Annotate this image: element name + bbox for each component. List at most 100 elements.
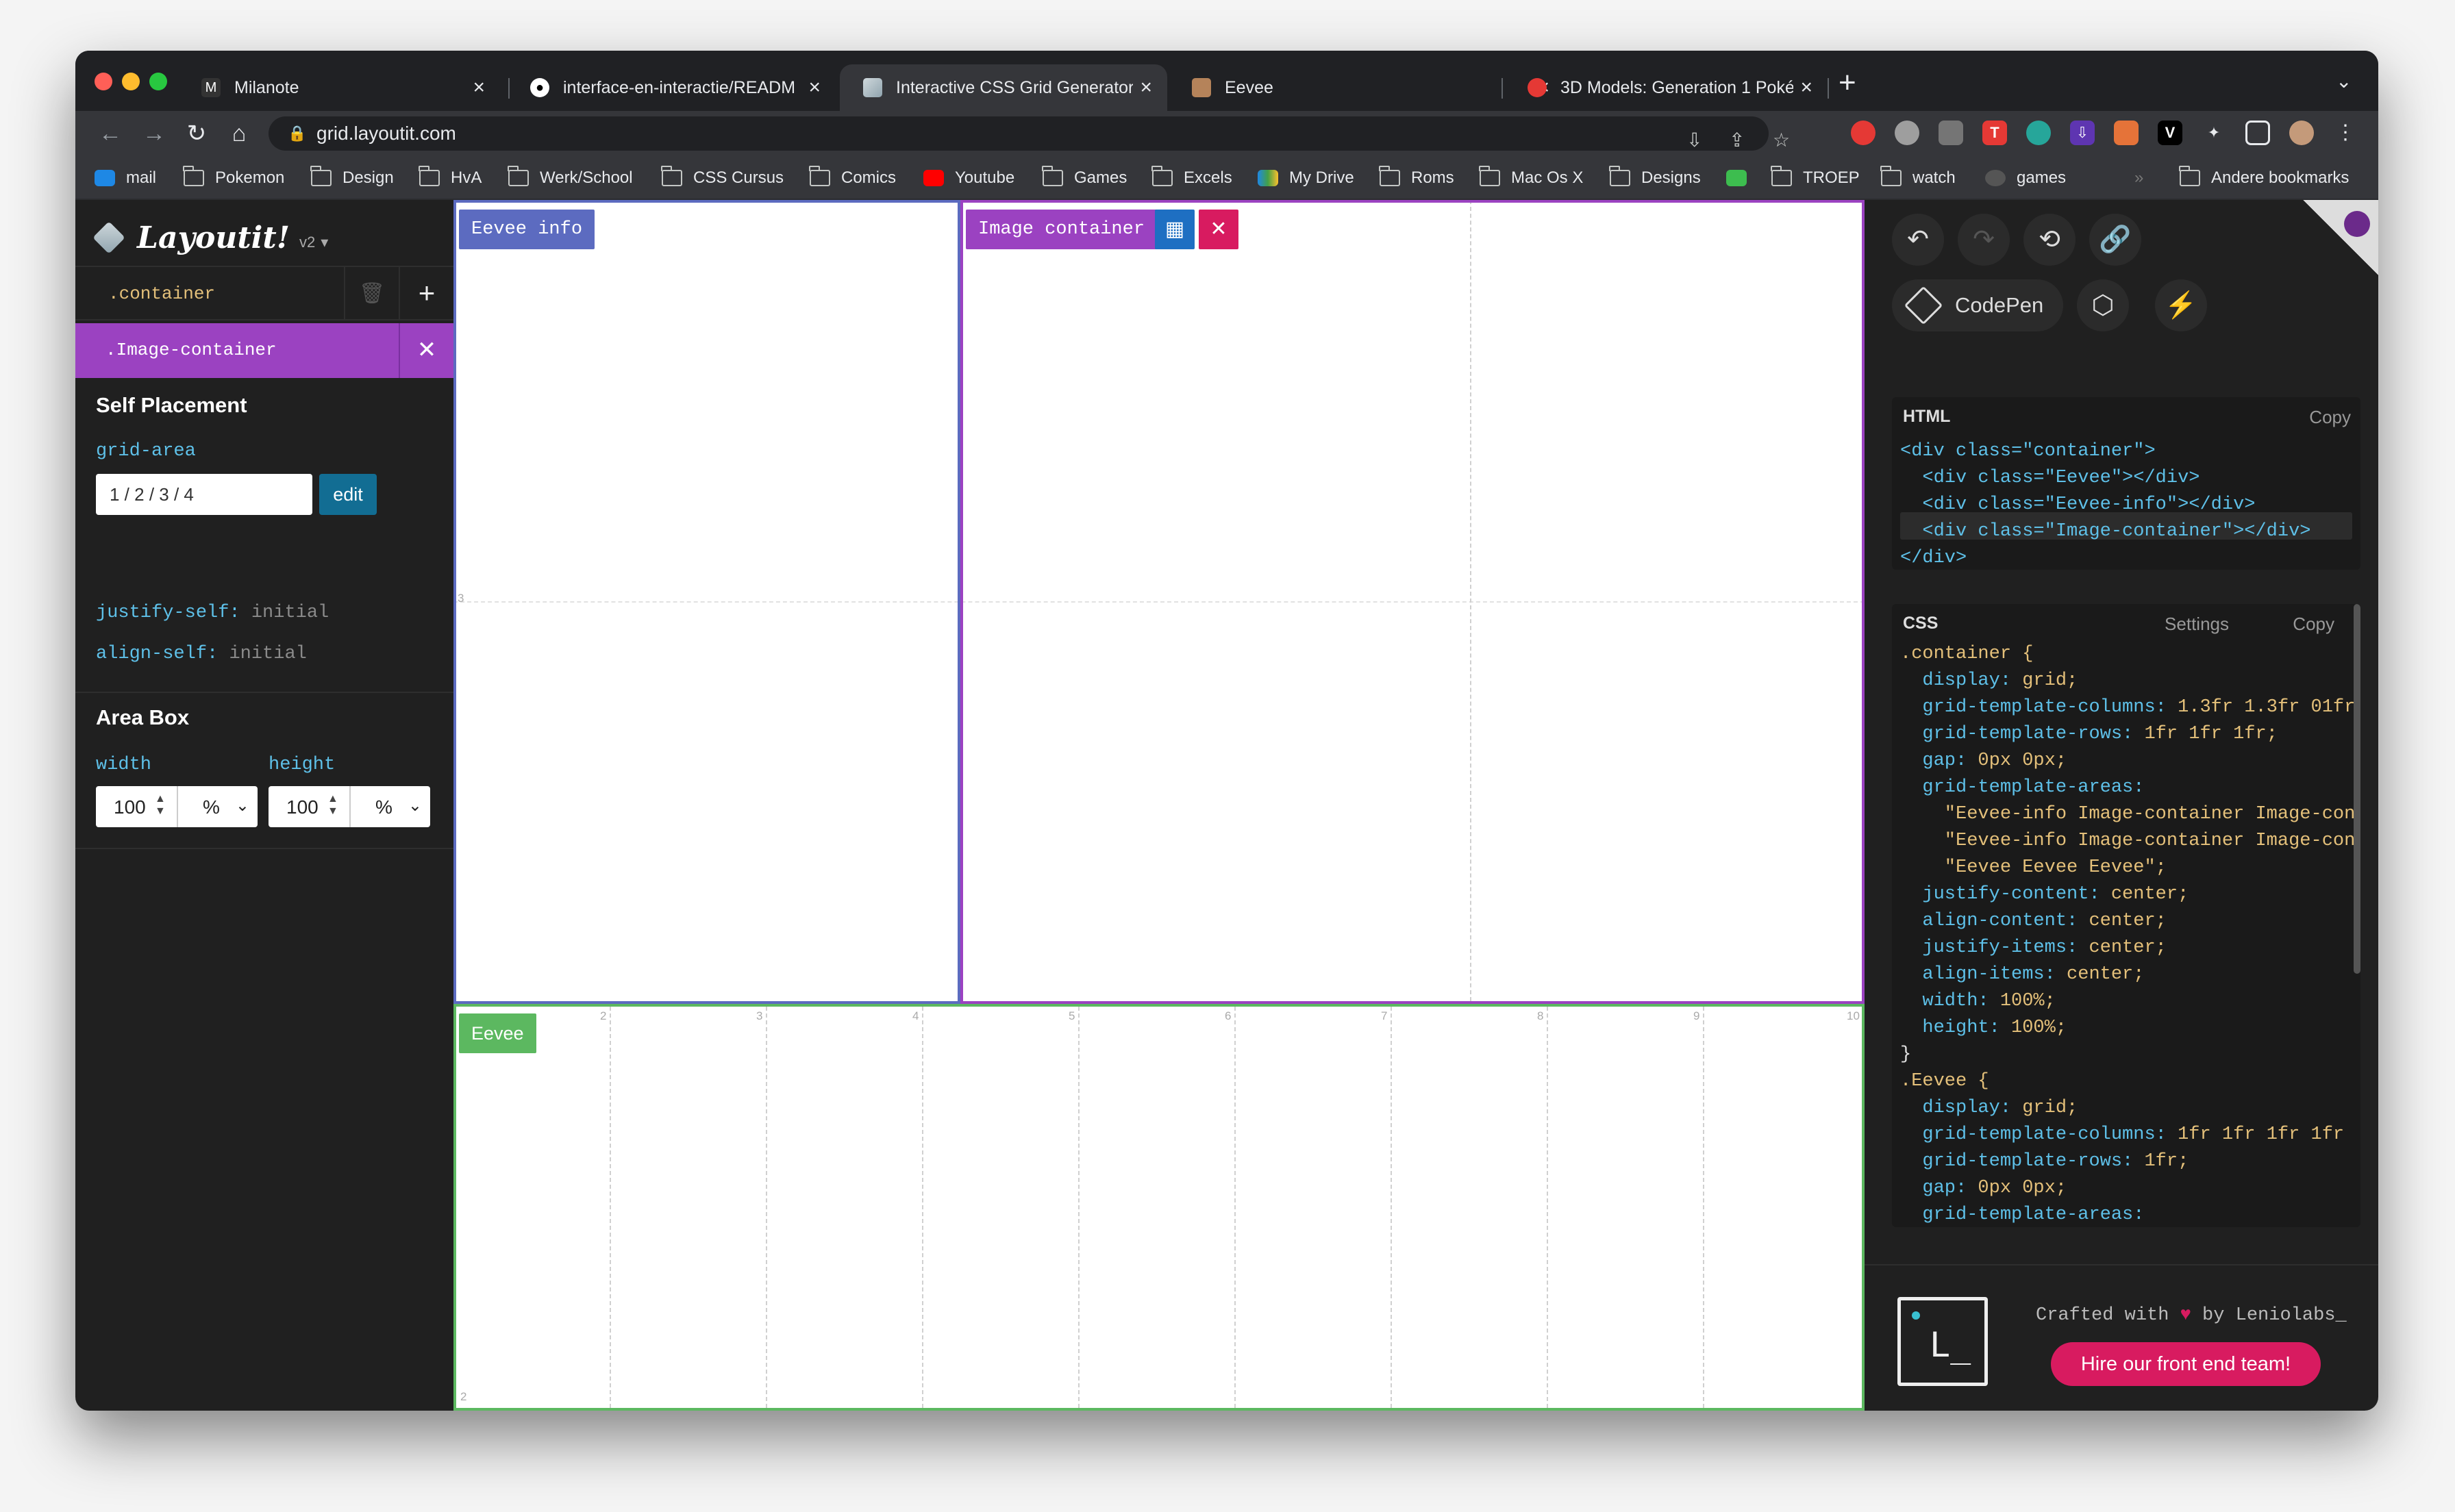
download-extension-icon[interactable]: ⇩ bbox=[2070, 121, 2095, 145]
bookmark-css-cursus[interactable]: CSS Cursus bbox=[661, 166, 784, 189]
css-scrollbar[interactable] bbox=[2354, 604, 2360, 974]
height-unit-select[interactable]: % bbox=[375, 796, 392, 818]
bookmark-star-icon[interactable]: ☆ bbox=[1773, 123, 1790, 158]
edit-button[interactable]: edit bbox=[319, 474, 377, 515]
bookmark-excels[interactable]: Excels bbox=[1151, 166, 1232, 189]
align-self-row[interactable]: align-self: initial bbox=[96, 644, 307, 664]
css-settings-button[interactable]: Settings bbox=[2165, 614, 2229, 635]
version-label[interactable]: v2 bbox=[299, 234, 315, 251]
add-area-icon[interactable]: + bbox=[399, 267, 453, 319]
codesandbox-icon[interactable]: ⬡ bbox=[2077, 279, 2129, 331]
bookmark-games-2[interactable]: games bbox=[1985, 167, 2066, 189]
justify-self-row[interactable]: justify-self: initial bbox=[96, 603, 329, 623]
bookmark-mac-os-x[interactable]: Mac Os X bbox=[1479, 166, 1583, 189]
area-tag-eevee-info[interactable]: Eevee info bbox=[459, 210, 595, 249]
tab-github[interactable]: ● interface-en-interactie/READM × bbox=[507, 64, 836, 111]
app-logo[interactable]: Layoutit! v2 ▾ bbox=[92, 214, 328, 262]
extension-mask-icon[interactable] bbox=[1895, 121, 1919, 145]
bookmark-games[interactable]: Games bbox=[1042, 166, 1127, 189]
zoom-window-button[interactable] bbox=[149, 73, 167, 90]
area-eevee[interactable]: Eevee 2 3 4 5 6 7 8 9 10 2 bbox=[453, 1004, 1865, 1411]
stepper-arrows-icon[interactable]: ▲ ▼ bbox=[155, 793, 166, 818]
grid-icon[interactable]: ▦ bbox=[1155, 210, 1195, 249]
column-line-number: 6 bbox=[1225, 1009, 1232, 1022]
grid-area-input[interactable]: 1 / 2 / 3 / 4 bbox=[96, 474, 312, 515]
v-extension-icon[interactable]: V bbox=[2158, 121, 2182, 145]
share-icon[interactable]: ⇪ bbox=[1729, 123, 1745, 158]
bookmark-other[interactable]: Andere bookmarks bbox=[2179, 166, 2349, 189]
back-icon[interactable]: ← bbox=[92, 115, 129, 152]
leniolabs-logo[interactable]: L_ bbox=[1897, 1297, 1988, 1386]
tab-layoutit-active[interactable]: Interactive CSS Grid Generator × bbox=[840, 64, 1167, 111]
remove-area-icon[interactable]: ✕ bbox=[1199, 210, 1238, 249]
chevron-down-icon[interactable]: ⌄ bbox=[408, 796, 422, 816]
close-tab-icon[interactable]: × bbox=[808, 76, 821, 99]
camera-icon[interactable] bbox=[1939, 121, 1963, 145]
puzzle-icon[interactable]: ✦ bbox=[2202, 121, 2226, 145]
area-tag-image-container[interactable]: Image container bbox=[966, 210, 1158, 249]
area-eevee-info[interactable]: Eevee info bbox=[453, 200, 960, 1004]
bookmark-troep[interactable]: TROEP bbox=[1771, 166, 1860, 189]
install-icon[interactable]: ⇩ bbox=[1686, 123, 1702, 158]
grid-canvas[interactable]: 3 Eevee info Image container ▦ ✕ Eevee 2… bbox=[453, 200, 1865, 1411]
new-tab-icon[interactable]: + bbox=[1839, 66, 1856, 100]
bookmark-youtube[interactable]: Youtube bbox=[923, 167, 1014, 189]
forward-icon[interactable]: → bbox=[136, 115, 173, 152]
redo-icon[interactable]: ↷ bbox=[1958, 214, 2010, 266]
undo-icon[interactable]: ↶ bbox=[1892, 214, 1944, 266]
extension-red-icon[interactable] bbox=[1851, 121, 1875, 145]
reload-icon[interactable]: ↻ bbox=[178, 115, 215, 152]
tab-3d-models[interactable]: 3D Models: Generation 1 Poké × bbox=[1504, 64, 1828, 111]
reset-icon[interactable]: ⟲ bbox=[2023, 214, 2076, 266]
profile-avatar-icon[interactable] bbox=[2289, 121, 2314, 145]
close-tab-icon[interactable]: × bbox=[1140, 76, 1152, 99]
area-tag-eevee[interactable]: Eevee bbox=[459, 1013, 536, 1053]
width-unit-select[interactable]: % bbox=[203, 796, 220, 818]
hire-button[interactable]: Hire our front end team! bbox=[2051, 1342, 2321, 1386]
bookmark-mail[interactable]: mail bbox=[95, 167, 156, 189]
chevron-down-icon[interactable]: ⌄ bbox=[236, 796, 249, 816]
fox-extension-icon[interactable] bbox=[2114, 121, 2139, 145]
tab-milanote[interactable]: M Milanote × bbox=[178, 64, 500, 111]
bookmark-design[interactable]: Design bbox=[310, 166, 394, 189]
area-image-container[interactable]: Image container ▦ ✕ bbox=[960, 200, 1865, 1004]
bookmark-designs[interactable]: Designs bbox=[1609, 166, 1701, 189]
bookmark-comics[interactable]: Comics bbox=[809, 166, 896, 189]
bookmark-roms[interactable]: Roms bbox=[1379, 166, 1454, 189]
tp-extension-icon[interactable]: T bbox=[1982, 121, 2007, 145]
bookmark-watch[interactable]: watch bbox=[1880, 166, 1956, 189]
sidepanel-icon[interactable] bbox=[2245, 121, 2270, 145]
bookmark-werk-school[interactable]: Werk/School bbox=[508, 166, 633, 189]
height-value-input[interactable]: 100 bbox=[286, 796, 319, 818]
html-copy-button[interactable]: Copy bbox=[2309, 407, 2351, 428]
more-bookmarks-chevron[interactable]: » bbox=[2134, 167, 2143, 189]
height-field[interactable]: 100 ▲ ▼ % ⌄ bbox=[269, 786, 430, 827]
tab-search-chevron-icon[interactable]: ⌄ bbox=[2336, 70, 2352, 92]
menu-kebab-icon[interactable]: ⋮ bbox=[2333, 121, 2358, 145]
selected-area-row[interactable]: .Image-container ✕ bbox=[75, 323, 453, 378]
close-window-button[interactable] bbox=[95, 73, 112, 90]
stepper-arrows-icon[interactable]: ▲ ▼ bbox=[327, 793, 338, 818]
extension-teal-icon[interactable] bbox=[2026, 121, 2051, 145]
crafted-suffix[interactable]: by Leniolabs_ bbox=[2202, 1305, 2347, 1326]
github-corner[interactable] bbox=[2303, 200, 2378, 275]
version-chevron-icon[interactable]: ▾ bbox=[321, 234, 328, 251]
width-value-input[interactable]: 100 bbox=[114, 796, 146, 818]
close-selection-icon[interactable]: ✕ bbox=[399, 323, 453, 378]
close-tab-icon[interactable]: × bbox=[1800, 76, 1812, 99]
address-bar[interactable]: 🔒 grid.layoutit.com ⇩ ⇪ ☆ bbox=[269, 116, 1790, 151]
close-tab-icon[interactable]: × bbox=[473, 76, 485, 99]
bookmark-pokemon[interactable]: Pokemon bbox=[183, 166, 284, 189]
lightning-icon[interactable]: ⚡ bbox=[2155, 279, 2207, 331]
css-copy-button[interactable]: Copy bbox=[2293, 614, 2334, 635]
bookmark-w[interactable] bbox=[1726, 167, 1758, 189]
link-icon[interactable]: 🔗 bbox=[2089, 214, 2141, 266]
trash-icon[interactable]: 🗑 bbox=[344, 267, 399, 319]
home-icon[interactable]: ⌂ bbox=[221, 115, 258, 152]
minimize-window-button[interactable] bbox=[122, 73, 140, 90]
bookmark-hva[interactable]: HvA bbox=[419, 166, 482, 189]
container-row[interactable]: .container 🗑 + bbox=[75, 266, 453, 320]
width-field[interactable]: 100 ▲ ▼ % ⌄ bbox=[96, 786, 258, 827]
bookmark-my-drive[interactable]: My Drive bbox=[1258, 167, 1354, 189]
codepen-button[interactable]: CodePen bbox=[1892, 279, 2063, 331]
